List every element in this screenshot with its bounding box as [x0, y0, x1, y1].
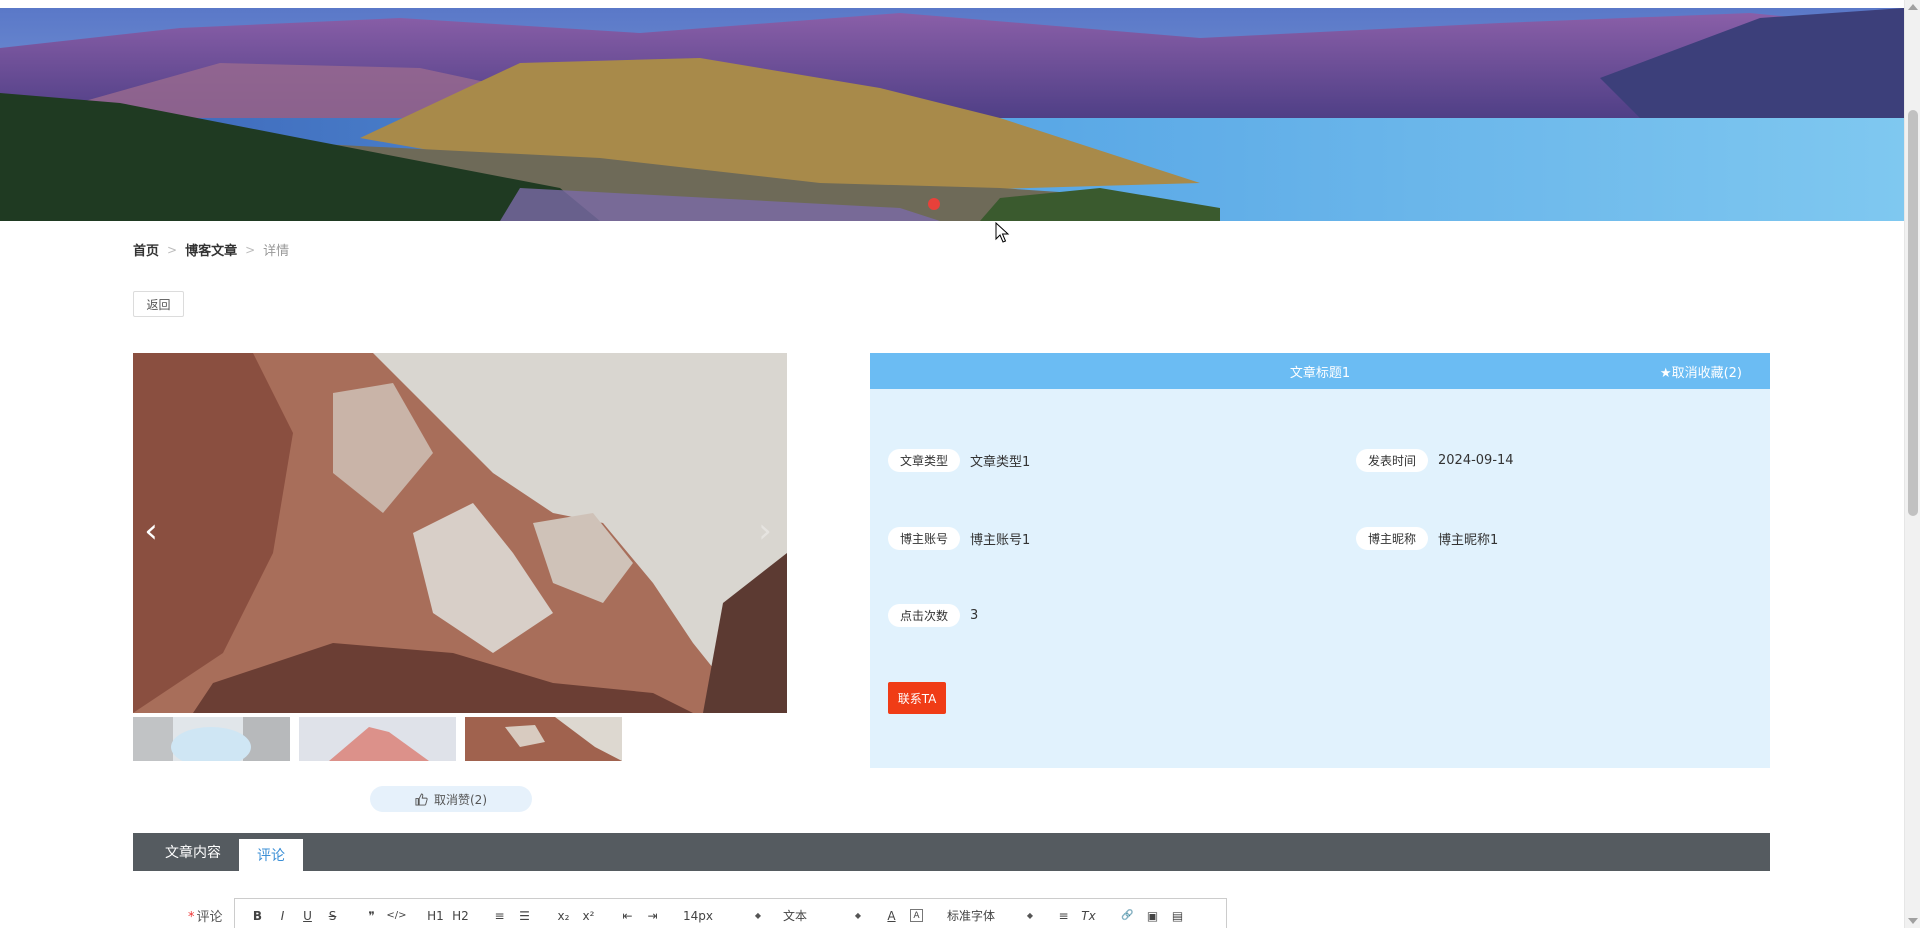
thumbnail-image: [299, 717, 456, 761]
scrollbar-thumb[interactable]: [1908, 110, 1918, 516]
field-label: 博主账号: [888, 527, 961, 550]
field-blogger-nickname: 博主昵称 博主昵称1: [1356, 527, 1498, 550]
clear-format-button[interactable]: Tx: [1076, 906, 1101, 926]
carousel-next-button[interactable]: ›: [753, 514, 777, 548]
breadcrumb-home[interactable]: 首页: [133, 240, 159, 259]
field-blogger-account: 博主账号 博主账号1: [888, 527, 1030, 550]
code-block-button[interactable]: </>: [384, 906, 409, 926]
article-info-panel: 文章标题1 ★取消收藏(2) 文章类型 文章类型1 发表时间 2024-09-1…: [870, 353, 1770, 768]
lake-landscape-image: [0, 8, 1904, 221]
font-size-select[interactable]: 14px ◆: [679, 909, 765, 923]
bullet-list-button[interactable]: ☰: [512, 906, 537, 926]
comment-label-text: 评论: [196, 910, 223, 925]
image-button[interactable]: ▣: [1140, 906, 1165, 926]
subscript-button[interactable]: x₂: [551, 906, 576, 926]
mouse-cursor-icon: [995, 222, 1010, 243]
field-click-count: 点击次数 3: [888, 604, 978, 627]
comment-field-label: * 评论: [188, 906, 223, 925]
thumbnail-3[interactable]: [465, 717, 622, 761]
like-button[interactable]: 取消赞(2): [370, 786, 532, 812]
font-family-select[interactable]: 标准字体 ◆: [943, 907, 1037, 924]
block-format-value: 文本: [783, 909, 808, 923]
font-family-value: 标准字体: [947, 909, 996, 923]
ordered-list-button[interactable]: ≡: [487, 906, 512, 926]
scroll-up-arrow-icon[interactable]: [1908, 4, 1918, 10]
thumbs-up-icon: [415, 792, 428, 806]
underline-button[interactable]: U: [295, 906, 320, 926]
field-publish-time: 发表时间 2024-09-14: [1356, 449, 1514, 472]
select-caret-icon: ◆: [754, 911, 761, 920]
field-label: 文章类型: [888, 449, 961, 472]
block-format-select[interactable]: 文本 ◆: [779, 907, 865, 924]
like-button-label: 取消赞(2): [434, 792, 487, 807]
rocky-mountain-image: [133, 353, 787, 713]
breadcrumb: 首页 > 博客文章 > 详情: [133, 240, 290, 260]
page: 首页 > 博客文章 > 详情 返回 ‹ › 取消赞(2) 文章标题1 ★取消收藏…: [0, 0, 1920, 928]
article-info-header: 文章标题1 ★取消收藏(2): [870, 353, 1770, 389]
breadcrumb-separator: >: [245, 242, 256, 257]
field-value: 博主账号1: [970, 533, 1031, 548]
select-caret-icon: ◆: [854, 911, 861, 920]
heading-1-button[interactable]: H1: [423, 906, 448, 926]
breadcrumb-blog-list[interactable]: 博客文章: [185, 240, 237, 259]
outdent-button[interactable]: ⇤: [615, 906, 640, 926]
indent-button[interactable]: ⇥: [640, 906, 665, 926]
text-color-button[interactable]: A: [879, 906, 904, 926]
font-size-value: 14px: [683, 908, 713, 923]
tab-article-content[interactable]: 文章内容: [147, 833, 239, 871]
image-carousel: ‹ ›: [133, 353, 787, 713]
hero-banner: [0, 8, 1904, 221]
thumbnail-2[interactable]: [299, 717, 456, 761]
required-mark: *: [188, 910, 195, 925]
italic-button[interactable]: I: [270, 906, 295, 926]
article-title: 文章标题1: [1289, 365, 1351, 381]
link-button[interactable]: 🔗: [1115, 906, 1140, 926]
carousel-thumbnails: [133, 717, 622, 761]
strikethrough-button[interactable]: S: [320, 906, 345, 926]
scroll-down-arrow-icon[interactable]: [1908, 918, 1918, 924]
tab-comments[interactable]: 评论: [239, 839, 303, 871]
carousel-indicator-dot[interactable]: [928, 198, 940, 210]
blockquote-button[interactable]: ❞: [359, 906, 384, 926]
field-label: 博主昵称: [1356, 527, 1429, 550]
background-color-button[interactable]: A: [910, 909, 923, 922]
video-button[interactable]: ▤: [1165, 906, 1190, 926]
carousel-prev-button[interactable]: ‹: [139, 514, 163, 548]
superscript-button[interactable]: x²: [576, 906, 601, 926]
heading-2-button[interactable]: H2: [448, 906, 473, 926]
bold-button[interactable]: B: [245, 906, 270, 926]
field-value: 博主昵称1: [1438, 533, 1499, 548]
align-button[interactable]: ≡: [1051, 906, 1076, 926]
chevron-right-icon: ›: [758, 511, 772, 551]
page-scrollbar[interactable]: [1904, 0, 1920, 928]
contact-button[interactable]: 联系TA: [888, 682, 946, 714]
breadcrumb-current: 详情: [263, 244, 290, 259]
content-tabs: 文章内容 评论: [133, 833, 1770, 871]
field-value: 3: [970, 608, 979, 623]
field-value: 2024-09-14: [1438, 453, 1514, 468]
favorite-button[interactable]: ★取消收藏(2): [1660, 353, 1742, 389]
field-label: 发表时间: [1356, 449, 1429, 472]
select-caret-icon: ◆: [1026, 911, 1033, 920]
field-label: 点击次数: [888, 604, 961, 627]
breadcrumb-separator: >: [167, 242, 178, 257]
back-button[interactable]: 返回: [133, 291, 184, 317]
thumbnail-image: [465, 717, 622, 761]
chevron-left-icon: ‹: [144, 511, 158, 551]
thumbnail-image: [133, 717, 290, 761]
field-article-type: 文章类型 文章类型1: [888, 449, 1030, 472]
rich-text-toolbar: B I U S ❞ </> H1 H2 ≡ ☰ x₂ x² ⇤ ⇥ 14px ◆…: [234, 898, 1227, 928]
field-value: 文章类型1: [970, 455, 1031, 470]
thumbnail-1[interactable]: [133, 717, 290, 761]
